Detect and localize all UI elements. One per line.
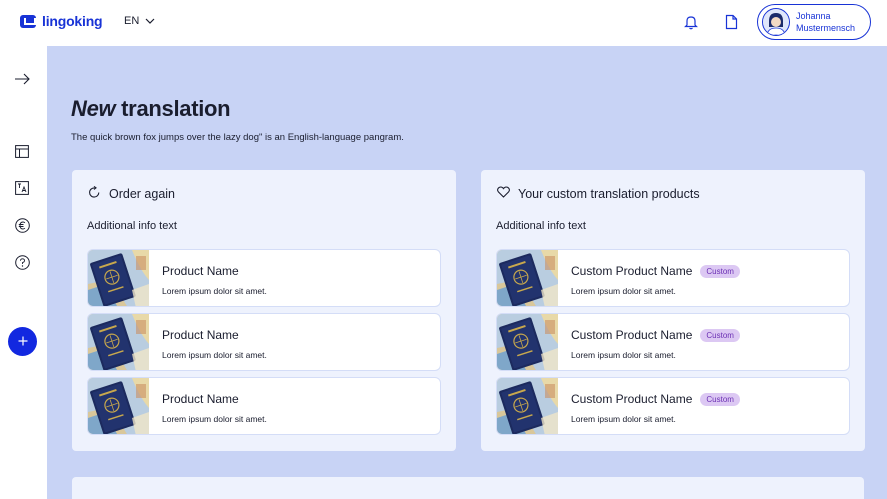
heart-icon: [497, 186, 510, 201]
user-name: Johanna Mustermensch: [796, 10, 855, 34]
arrow-right-icon[interactable]: [13, 70, 31, 88]
custom-product-name-row: Custom Product Name Custom: [571, 328, 740, 342]
crown-icon: [20, 14, 36, 28]
top-bar: lingoking EN Johanna Mustermensch: [0, 0, 887, 46]
plus-icon: [18, 333, 28, 351]
product-description: Lorem ipsum dolor sit amet.: [162, 286, 267, 296]
product-card[interactable]: Product Name Lorem ipsum dolor sit amet.: [87, 249, 441, 307]
language-label: EN: [124, 15, 140, 27]
product-description: Lorem ipsum dolor sit amet.: [571, 414, 676, 424]
logo[interactable]: lingoking: [20, 13, 103, 29]
product-name: Product Name: [162, 264, 239, 278]
bell-icon[interactable]: [682, 12, 700, 32]
custom-product-card[interactable]: Custom Product Name Custom Lorem ipsum d…: [496, 249, 850, 307]
page-description: The quick brown fox jumps over the lazy …: [71, 132, 404, 143]
passport-image: [88, 378, 149, 435]
product-card[interactable]: Product Name Lorem ipsum dolor sit amet.: [87, 313, 441, 371]
custom-product-name: Custom Product Name: [571, 264, 693, 278]
user-last-name: Mustermensch: [796, 23, 856, 33]
chevron-down-icon: [145, 15, 155, 27]
passport-image: [497, 314, 558, 371]
custom-products-panel: Your custom translation products Additio…: [481, 170, 865, 451]
euro-icon[interactable]: [13, 216, 31, 234]
avatar: [762, 8, 790, 36]
layout-icon[interactable]: [13, 142, 31, 160]
custom-badge: Custom: [700, 264, 740, 278]
refresh-icon: [88, 185, 101, 202]
product-card[interactable]: Product Name Lorem ipsum dolor sit amet.: [87, 377, 441, 435]
order-again-header: Order again: [88, 185, 176, 202]
custom-product-card[interactable]: Custom Product Name Custom Lorem ipsum d…: [496, 377, 850, 435]
custom-product-name: Custom Product Name: [571, 392, 693, 406]
order-again-panel: Order again Additional info text Product…: [72, 170, 456, 451]
product-description: Lorem ipsum dolor sit amet.: [162, 350, 267, 360]
user-menu-button[interactable]: Johanna Mustermensch: [757, 4, 871, 40]
main-content: New translation The quick brown fox jump…: [47, 46, 887, 499]
user-first-name: Johanna: [796, 11, 831, 21]
custom-product-card[interactable]: Custom Product Name Custom Lorem ipsum d…: [496, 313, 850, 371]
custom-products-info: Additional info text: [496, 220, 586, 232]
language-selector[interactable]: EN: [124, 15, 155, 27]
add-button[interactable]: [8, 327, 37, 356]
sidebar: [0, 46, 47, 499]
custom-product-name-row: Custom Product Name Custom: [571, 264, 740, 278]
product-description: Lorem ipsum dolor sit amet.: [571, 350, 676, 360]
bottom-panel: [72, 477, 864, 499]
custom-products-title: Your custom translation products: [518, 186, 700, 201]
passport-image: [88, 250, 149, 307]
custom-badge: Custom: [700, 392, 740, 406]
custom-product-name-row: Custom Product Name Custom: [571, 392, 740, 406]
document-icon[interactable]: [722, 12, 740, 32]
passport-image: [88, 314, 149, 371]
custom-products-header: Your custom translation products: [497, 186, 700, 201]
page-title-rest: translation: [115, 96, 231, 121]
custom-badge: Custom: [700, 328, 740, 342]
page-title: New translation: [71, 96, 231, 122]
help-icon[interactable]: [13, 253, 31, 271]
order-again-info: Additional info text: [87, 220, 177, 232]
product-description: Lorem ipsum dolor sit amet.: [162, 414, 267, 424]
passport-image: [497, 378, 558, 435]
passport-image: [497, 250, 558, 307]
order-again-title: Order again: [109, 187, 176, 201]
product-description: Lorem ipsum dolor sit amet.: [571, 286, 676, 296]
page-title-italic: New: [71, 96, 116, 121]
product-name: Product Name: [162, 392, 239, 406]
custom-product-name: Custom Product Name: [571, 328, 693, 342]
logo-text: lingoking: [42, 13, 103, 29]
translate-icon[interactable]: [13, 179, 31, 197]
product-name: Product Name: [162, 328, 239, 342]
